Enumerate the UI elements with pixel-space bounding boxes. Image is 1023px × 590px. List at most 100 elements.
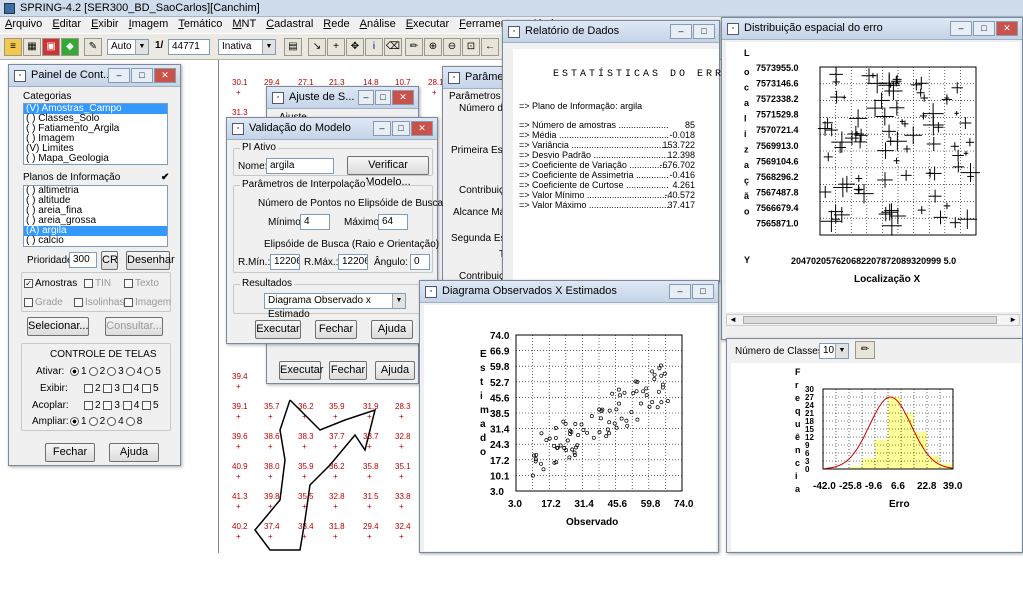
menu-item-6[interactable]: Cadastral bbox=[261, 17, 318, 30]
zoom-select[interactable]: Auto ▼ bbox=[107, 39, 149, 55]
data-point bbox=[581, 428, 586, 432]
cursor-icon[interactable]: ↘ bbox=[308, 38, 326, 56]
minimize-icon[interactable]: – bbox=[669, 284, 691, 299]
menu-item-4[interactable]: Temático bbox=[173, 17, 227, 30]
menu-item-3[interactable]: Imagem bbox=[124, 17, 174, 30]
categorias-list[interactable]: (V) Amostras_Campo( ) Classes_Solo( ) Fa… bbox=[23, 103, 168, 165]
maximize-icon[interactable]: □ bbox=[392, 121, 410, 136]
exibir-checks[interactable]: 2 3 4 5 bbox=[84, 383, 159, 394]
opt-isolinhas[interactable]: Isolinhas bbox=[74, 297, 124, 308]
pencil-icon[interactable]: ✏ bbox=[405, 38, 423, 56]
opt-imagem[interactable]: Imagem bbox=[124, 297, 171, 308]
zoom-out-icon[interactable]: ⊖ bbox=[443, 38, 461, 56]
grid-icon[interactable]: ▤ bbox=[284, 38, 302, 56]
data-point bbox=[539, 461, 543, 466]
close-icon[interactable]: ✕ bbox=[411, 121, 433, 136]
selecionar-button[interactable]: Selecionar... bbox=[27, 317, 89, 336]
opt-amostras[interactable]: ✓ Amostras bbox=[24, 278, 77, 289]
opt-tin[interactable]: TIN bbox=[84, 278, 111, 289]
zoom-box-icon[interactable]: ⊡ bbox=[462, 38, 480, 56]
list-item[interactable]: ( ) calcio bbox=[24, 236, 167, 246]
angulo-input[interactable]: 0 bbox=[410, 254, 430, 270]
y-axis-letter: o bbox=[480, 447, 486, 458]
acoplar-checks[interactable]: 2 3 4 5 bbox=[84, 400, 159, 411]
maximize-icon[interactable]: □ bbox=[131, 68, 153, 83]
opt-grade[interactable]: Grade bbox=[24, 297, 63, 308]
tools-icon[interactable]: ✎ bbox=[84, 38, 102, 56]
back-icon[interactable]: ← bbox=[481, 38, 499, 56]
menu-item-5[interactable]: MNT bbox=[227, 17, 261, 30]
verificar-modelo-button[interactable]: Verificar Modelo... bbox=[347, 156, 429, 188]
scale-input[interactable]: 44771 bbox=[168, 39, 210, 55]
scroll-thumb[interactable] bbox=[743, 316, 997, 324]
info-icon[interactable]: i bbox=[365, 38, 383, 56]
y-tick-label: 7571529.8 bbox=[756, 110, 799, 120]
ajuste-fechar-button[interactable]: Fechar bbox=[329, 361, 367, 380]
cr-button[interactable]: CR bbox=[101, 251, 118, 270]
validacao-executar-button[interactable]: Executar bbox=[255, 320, 301, 339]
ajuste-ajuda-button[interactable]: Ajuda bbox=[375, 361, 415, 380]
crosshair-icon[interactable]: + bbox=[327, 38, 345, 56]
pencil-icon[interactable]: ✏ bbox=[855, 341, 875, 359]
rmax-input[interactable]: 12206.5 bbox=[338, 254, 368, 270]
painel-fechar-button[interactable]: Fechar bbox=[45, 443, 95, 462]
rmin-input[interactable]: 12206.5 bbox=[270, 254, 300, 270]
data-point bbox=[541, 467, 546, 472]
maximize-icon[interactable]: □ bbox=[693, 24, 715, 39]
pan-icon[interactable]: ✥ bbox=[346, 38, 364, 56]
stat-value: 12.398 bbox=[667, 150, 695, 160]
ativar-radios[interactable]: 12345 bbox=[68, 366, 161, 377]
data-point bbox=[610, 391, 615, 396]
scroll-left-icon[interactable]: ◄ bbox=[729, 315, 737, 324]
consultar-button[interactable]: Consultar... bbox=[105, 317, 163, 336]
menu-item-0[interactable]: Arquivo bbox=[0, 17, 47, 30]
minimize-icon[interactable]: – bbox=[670, 24, 692, 39]
planos-list[interactable]: ( ) altimetria( ) altitude( ) areia_fina… bbox=[23, 185, 168, 247]
eraser-icon[interactable]: ⌫ bbox=[384, 38, 402, 56]
menu-item-2[interactable]: Exibir bbox=[86, 17, 124, 30]
close-icon[interactable]: ✕ bbox=[154, 68, 176, 83]
minimize-icon[interactable]: – bbox=[373, 121, 391, 136]
image-icon[interactable]: ▣ bbox=[42, 38, 60, 56]
scroll-right-icon[interactable]: ► bbox=[1009, 315, 1017, 324]
menu-item-9[interactable]: Executar bbox=[401, 17, 454, 30]
maximize-icon[interactable]: □ bbox=[375, 90, 391, 105]
resultados-select[interactable]: Diagrama Observado x Estimado ▼ bbox=[264, 293, 406, 320]
stat-key: => Valor Mínimo ........................… bbox=[519, 190, 669, 200]
list-item[interactable]: ( ) Mapa_Geologia bbox=[24, 154, 167, 164]
max-input[interactable]: 64 bbox=[378, 214, 408, 230]
close-icon[interactable]: ✕ bbox=[392, 90, 414, 105]
classes-select[interactable]: 10 ▼ bbox=[819, 343, 849, 359]
maximize-icon[interactable]: □ bbox=[692, 284, 714, 299]
zoom-in-icon[interactable]: ⊕ bbox=[424, 38, 442, 56]
ampliar-radios[interactable]: 1248 bbox=[68, 416, 142, 427]
data-point bbox=[607, 420, 612, 425]
nome-input[interactable]: argila bbox=[266, 158, 334, 174]
minimize-icon[interactable]: – bbox=[108, 68, 130, 83]
validacao-ajuda-button[interactable]: Ajuda bbox=[371, 320, 413, 339]
y-tick-label: 45.6 bbox=[490, 393, 510, 404]
menu-item-1[interactable]: Editar bbox=[47, 17, 86, 30]
painel-ajuda-button[interactable]: Ajuda bbox=[109, 443, 159, 462]
table-icon[interactable]: ▦ bbox=[23, 38, 41, 56]
minimize-icon[interactable]: – bbox=[950, 21, 972, 36]
menu-item-7[interactable]: Rede bbox=[318, 17, 354, 30]
mode-select[interactable]: Inativa ▼ bbox=[218, 39, 276, 55]
desenhar-button[interactable]: Desenhar bbox=[126, 251, 175, 270]
validacao-fechar-button[interactable]: Fechar bbox=[315, 320, 357, 339]
close-icon[interactable]: ✕ bbox=[996, 21, 1018, 36]
fill-icon[interactable]: ◆ bbox=[61, 38, 79, 56]
opt-texto[interactable]: Texto bbox=[124, 278, 159, 289]
stat-value: 153.722 bbox=[662, 140, 695, 150]
y-tick-label: 7573955.0 bbox=[756, 63, 799, 73]
prioridade-input[interactable]: 300 bbox=[69, 252, 97, 268]
min-input[interactable]: 4 bbox=[300, 214, 330, 230]
maximize-icon[interactable]: □ bbox=[973, 21, 995, 36]
x-tick-label: 59.8 bbox=[641, 499, 661, 510]
menu-item-8[interactable]: Análise bbox=[355, 17, 401, 30]
ajuste-executar-button[interactable]: Executar bbox=[279, 361, 323, 380]
layers-icon[interactable]: ≡ bbox=[4, 38, 22, 56]
x-tick-label: -42.0 bbox=[813, 481, 836, 492]
minimize-icon[interactable]: – bbox=[358, 90, 374, 105]
distribuicao-scrollbar[interactable]: ◄ ► bbox=[726, 314, 1020, 326]
